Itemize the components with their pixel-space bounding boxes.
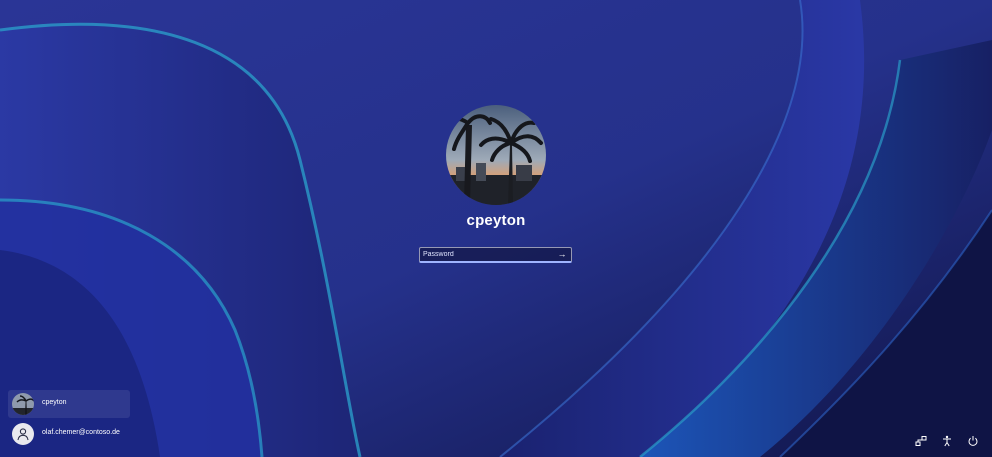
user-switcher-list: cpeyton olaf.chemer@contoso.de [8, 390, 130, 450]
arrow-right-icon: → [557, 249, 567, 259]
user-item-name: olaf.chemer@contoso.de [42, 429, 120, 436]
submit-button[interactable]: → [555, 248, 569, 261]
user-item-name: cpeyton [42, 399, 67, 406]
palm-tree-avatar-icon [12, 393, 34, 415]
user-item-cpeyton[interactable]: cpeyton [8, 390, 130, 418]
lock-username: cpeyton [466, 212, 526, 229]
user-item-olaf[interactable]: olaf.chemer@contoso.de [8, 420, 130, 448]
power-icon[interactable] [966, 434, 980, 448]
password-box[interactable]: → [419, 247, 572, 263]
generic-user-icon [12, 423, 34, 445]
accessibility-icon[interactable] [940, 434, 954, 448]
network-icon[interactable] [914, 434, 928, 448]
lock-screen: cpeyton → cpeyton olaf.chemer@contoso.de [0, 0, 992, 457]
user-avatar-large [446, 105, 546, 205]
system-icons [914, 434, 980, 448]
password-input[interactable] [423, 248, 551, 261]
